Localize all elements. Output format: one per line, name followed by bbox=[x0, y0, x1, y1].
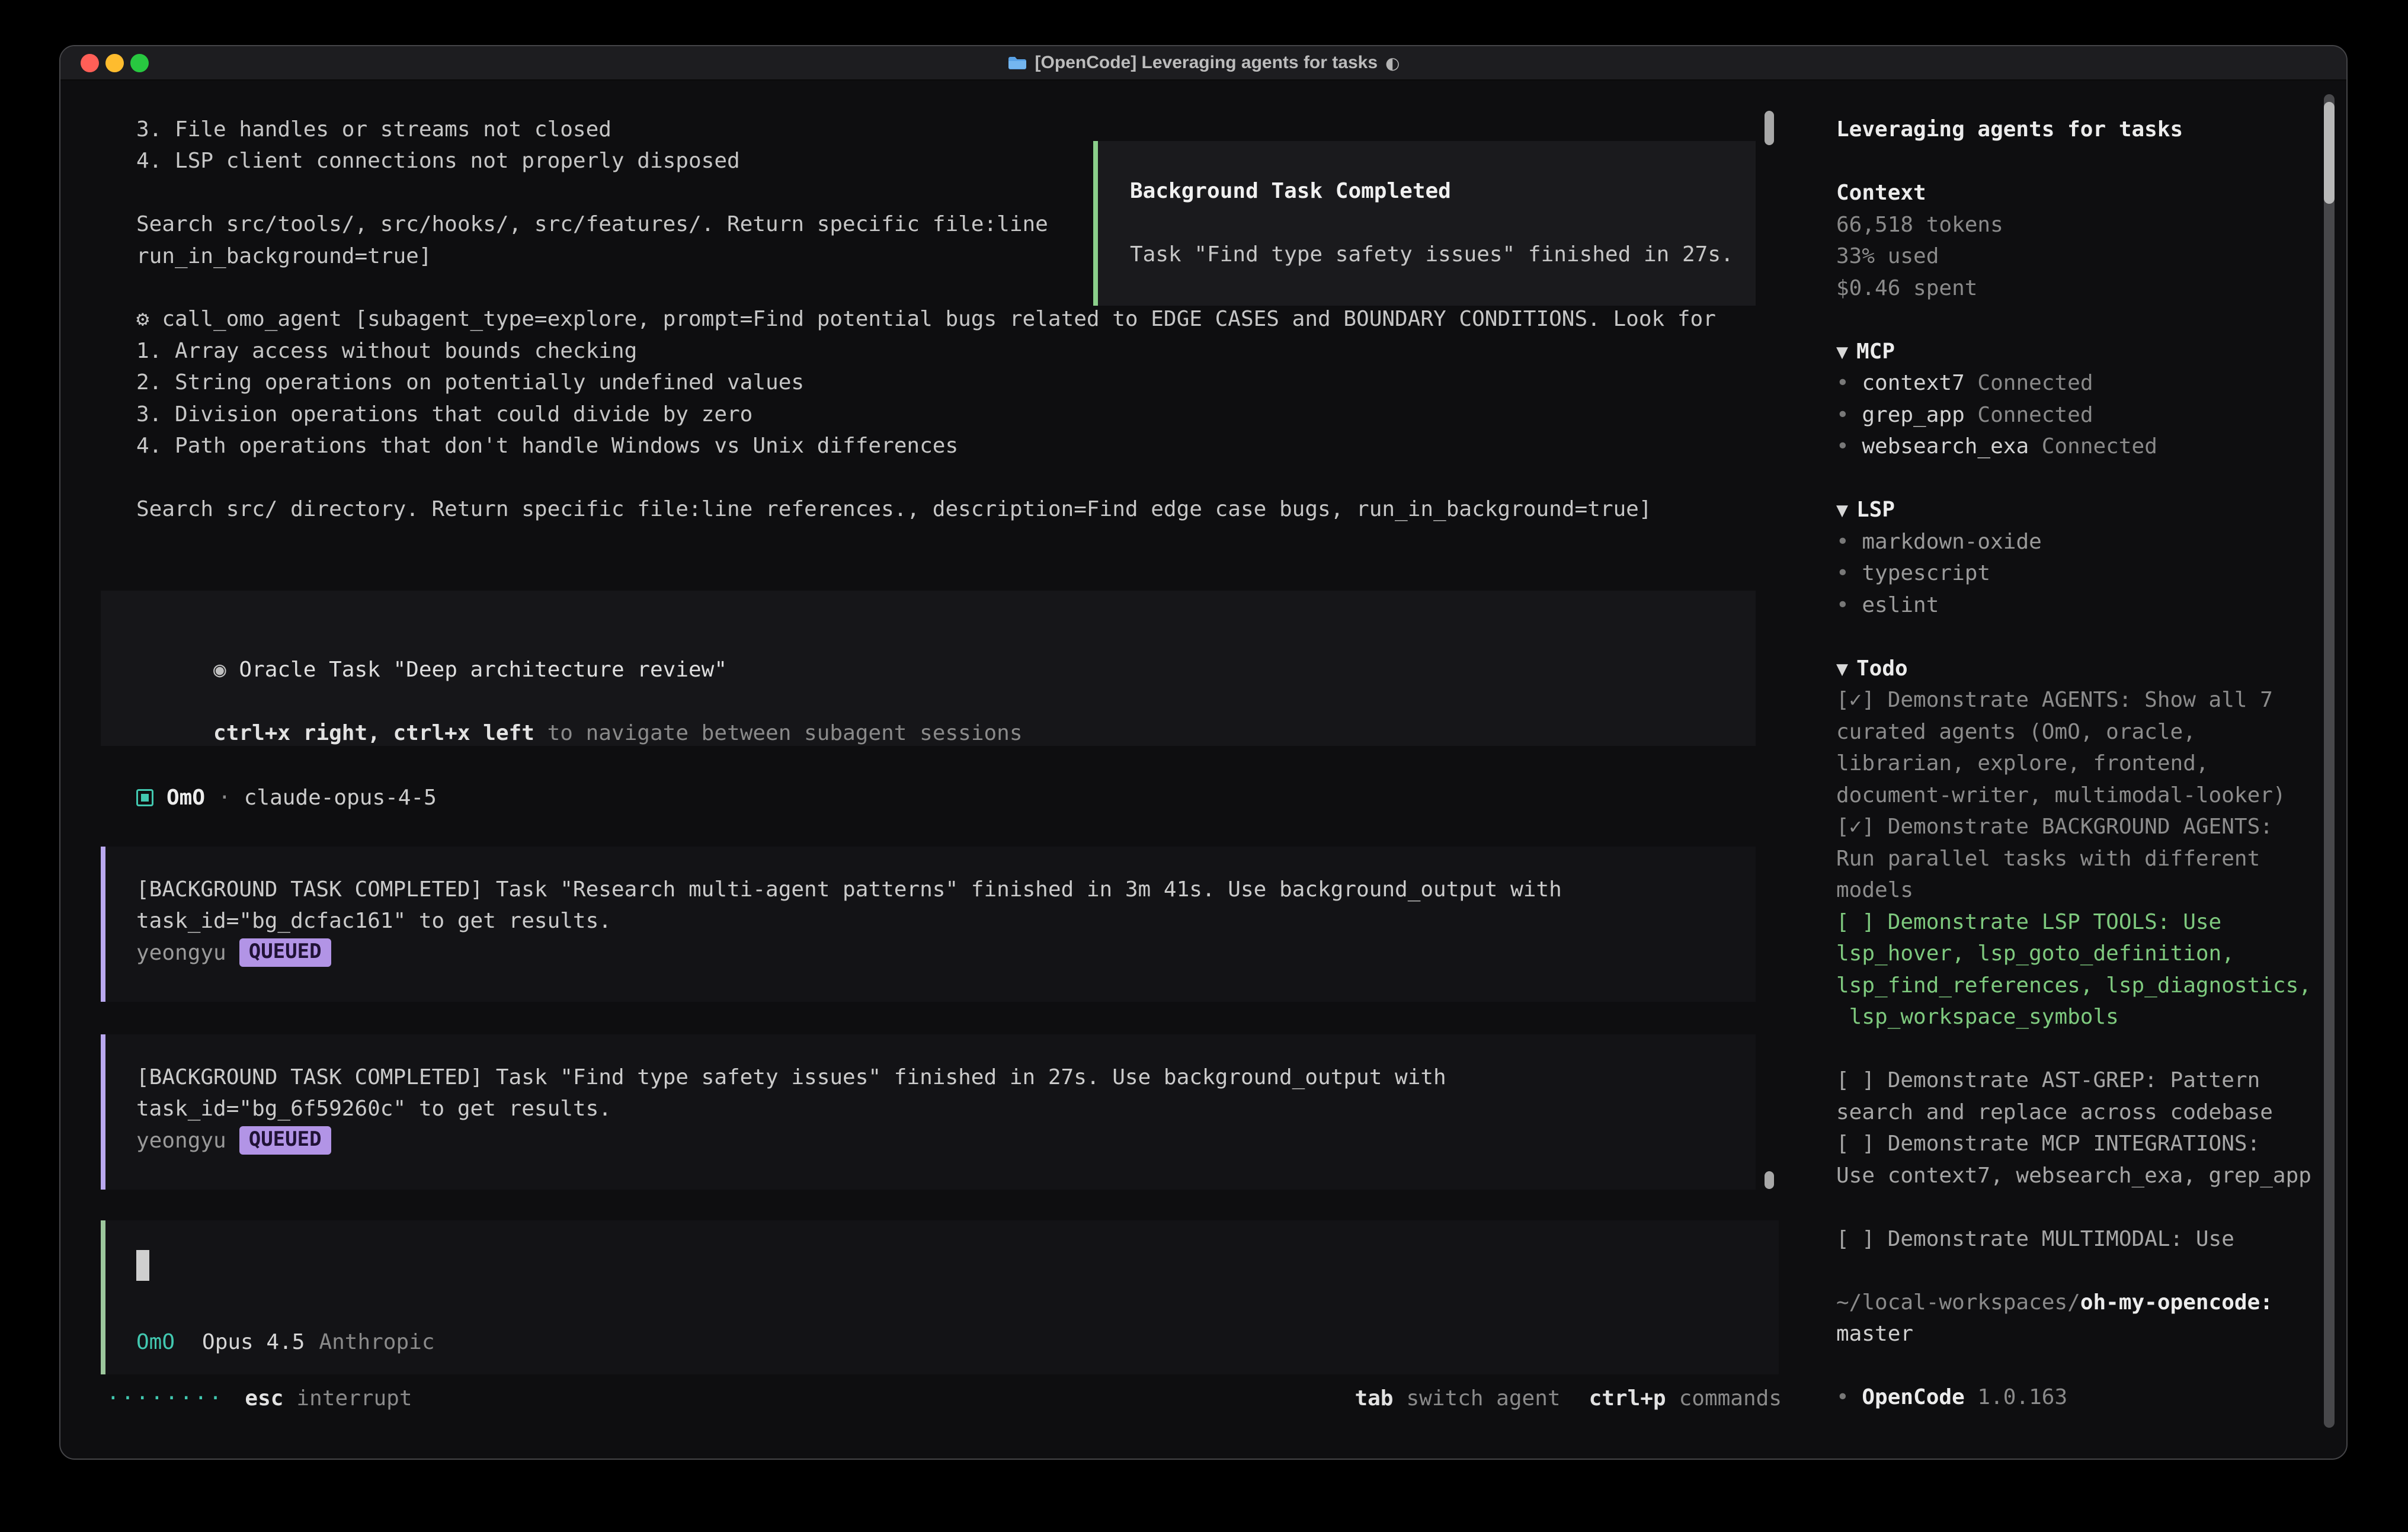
sidebar: Leveraging agents for tasks Context 66,5… bbox=[1813, 81, 2348, 1460]
oracle-session-panel: ◉ Oracle Task "Deep architecture review"… bbox=[101, 591, 1756, 746]
todo-item: [ ] Demonstrate LSP TOOLS: Use lsp_hover… bbox=[1836, 906, 2325, 1033]
bullet-icon: • bbox=[1836, 561, 1862, 585]
task-message: [BACKGROUND TASK COMPLETED] Task "Find t… bbox=[101, 1034, 1756, 1190]
lsp-section-heading: ▼LSP bbox=[1836, 494, 2325, 526]
terminal-window: [OpenCode] Leveraging agents for tasks ◐… bbox=[59, 45, 2348, 1460]
mcp-item: • websearch_exa Connected bbox=[1836, 431, 2325, 463]
chevron-down-icon: ▼ bbox=[1836, 344, 1848, 361]
output-line: ⚙ call_omo_agent [subagent_type=explore,… bbox=[136, 303, 1716, 335]
sidebar-scrollbar-track[interactable] bbox=[2324, 94, 2335, 1428]
context-heading: Context bbox=[1836, 177, 2325, 209]
todo-item: [✓] Demonstrate AGENTS: Show all 7 curat… bbox=[1836, 684, 2325, 811]
commands-label: commands bbox=[1679, 1386, 1782, 1411]
oracle-task-icon: ◉ bbox=[213, 658, 239, 682]
interrupt-label: interrupt bbox=[296, 1386, 412, 1411]
mcp-item: • grep_app Connected bbox=[1836, 399, 2325, 431]
window-title-text: [OpenCode] Leveraging agents for tasks bbox=[1035, 53, 1378, 73]
session-status-icon: ◐ bbox=[1385, 53, 1400, 73]
bullet-icon: • bbox=[1836, 593, 1862, 617]
input-provider-label: Anthropic bbox=[319, 1330, 434, 1354]
window-titlebar[interactable]: [OpenCode] Leveraging agents for tasks ◐ bbox=[60, 46, 2346, 81]
navigation-hint: ctrl+x right, ctrl+x left to navigate be… bbox=[136, 686, 1756, 717]
bullet-icon: • bbox=[1836, 434, 1862, 459]
toast-body: Task "Find type safety issues" finished … bbox=[1130, 239, 1756, 270]
spinner-dots: ········ bbox=[107, 1386, 223, 1411]
output-line: 1. Array access without bounds checking bbox=[136, 335, 1716, 367]
folder-icon bbox=[1007, 55, 1027, 71]
todo-section-heading: ▼Todo bbox=[1836, 653, 2325, 685]
minimize-button[interactable] bbox=[105, 54, 124, 72]
queued-badge: QUEUED bbox=[239, 1126, 331, 1155]
sidebar-scrollbar-thumb[interactable] bbox=[2324, 102, 2335, 204]
zoom-button[interactable] bbox=[130, 54, 149, 72]
todo-item: [ ] Demonstrate MULTIMODAL: Use bbox=[1836, 1223, 2325, 1255]
bullet-icon: • bbox=[1836, 1385, 1862, 1409]
workspace-path: ~/local-workspaces/oh-my-opencode: bbox=[1836, 1287, 2325, 1319]
lsp-item: • markdown-oxide bbox=[1836, 526, 2325, 558]
agent-model: claude-opus-4-5 bbox=[244, 786, 437, 810]
chevron-down-icon: ▼ bbox=[1836, 661, 1848, 678]
context-tokens: 66,518 tokens bbox=[1836, 209, 2325, 241]
session-title: Leveraging agents for tasks bbox=[1836, 114, 2325, 146]
message-text-line: [BACKGROUND TASK COMPLETED] Task "Resear… bbox=[136, 874, 1756, 905]
input-agent-label: OmO bbox=[136, 1330, 175, 1354]
agent-session-header: OmO · claude-opus-4-5 bbox=[136, 781, 437, 813]
bullet-icon: • bbox=[1836, 530, 1862, 554]
output-line: 3. Division operations that could divide… bbox=[136, 399, 1716, 430]
mcp-section-heading: ▼MCP bbox=[1836, 336, 2325, 368]
message-author: yeongyu bbox=[136, 1129, 226, 1153]
bullet-icon: • bbox=[1836, 403, 1862, 427]
oracle-task-title: Oracle Task "Deep architecture review" bbox=[239, 658, 727, 682]
task-message: [BACKGROUND TASK COMPLETED] Task "Resear… bbox=[101, 847, 1756, 1002]
ctrlp-key: ctrl+p bbox=[1589, 1386, 1666, 1411]
todo-item: [ ] Demonstrate MCP INTEGRATIONS: Use co… bbox=[1836, 1128, 2325, 1191]
output-line: Search src/ directory. Return specific f… bbox=[136, 493, 1716, 525]
separator-dot: · bbox=[218, 786, 231, 810]
bullet-icon: • bbox=[1836, 371, 1862, 395]
lsp-item: • eslint bbox=[1836, 589, 2325, 621]
todo-item: [ ] Demonstrate AST-GREP: Pattern search… bbox=[1836, 1065, 2325, 1128]
context-amount-spent: $0.46 spent bbox=[1836, 273, 2325, 305]
agent-name: OmO bbox=[166, 786, 205, 810]
hint-keys: ctrl+x right, ctrl+x left bbox=[213, 721, 534, 745]
message-text-line: task_id="bg_dcfac161" to get results. bbox=[136, 905, 1756, 937]
branch-name: master bbox=[1836, 1318, 2325, 1350]
message-text-line: task_id="bg_6f59260c" to get results. bbox=[136, 1093, 1756, 1124]
mcp-item: • context7 Connected bbox=[1836, 367, 2325, 399]
message-author: yeongyu bbox=[136, 941, 226, 965]
message-text-line: [BACKGROUND TASK COMPLETED] Task "Find t… bbox=[136, 1062, 1756, 1093]
hint-text: to navigate between subagent sessions bbox=[534, 721, 1023, 745]
main-scrollbar-thumb[interactable] bbox=[1765, 1171, 1774, 1189]
close-button[interactable] bbox=[81, 54, 99, 72]
background-task-toast: Background Task Completed Task "Find typ… bbox=[1093, 141, 1756, 306]
input-model-label: Opus 4.5 bbox=[202, 1330, 305, 1354]
queued-badge: QUEUED bbox=[239, 938, 331, 967]
output-line: 2. String operations on potentially unde… bbox=[136, 367, 1716, 398]
todo-item: [✓] Demonstrate BACKGROUND AGENTS: Run p… bbox=[1836, 811, 2325, 906]
tab-key: tab bbox=[1354, 1386, 1393, 1411]
agent-checkbox-icon bbox=[136, 789, 153, 806]
lsp-item: • typescript bbox=[1836, 557, 2325, 589]
prompt-input-box[interactable]: OmO Opus 4.5 Anthropic bbox=[101, 1220, 1779, 1374]
output-line: 4. Path operations that don't handle Win… bbox=[136, 430, 1716, 461]
traffic-lights bbox=[81, 46, 149, 79]
context-percent-used: 33% used bbox=[1836, 241, 2325, 273]
version-line: • OpenCode 1.0.163 bbox=[1836, 1382, 2325, 1414]
chevron-down-icon: ▼ bbox=[1836, 502, 1848, 520]
text-cursor bbox=[136, 1250, 149, 1281]
output-line bbox=[136, 461, 1716, 493]
switch-agent-label: switch agent bbox=[1406, 1386, 1560, 1411]
toast-title: Background Task Completed bbox=[1130, 175, 1756, 207]
status-bar: ········ esc interrupt tab switch agent … bbox=[107, 1382, 1782, 1414]
main-scrollbar-thumb[interactable] bbox=[1765, 111, 1774, 145]
window-title: [OpenCode] Leveraging agents for tasks ◐ bbox=[1007, 53, 1400, 73]
esc-key: esc bbox=[245, 1386, 283, 1411]
